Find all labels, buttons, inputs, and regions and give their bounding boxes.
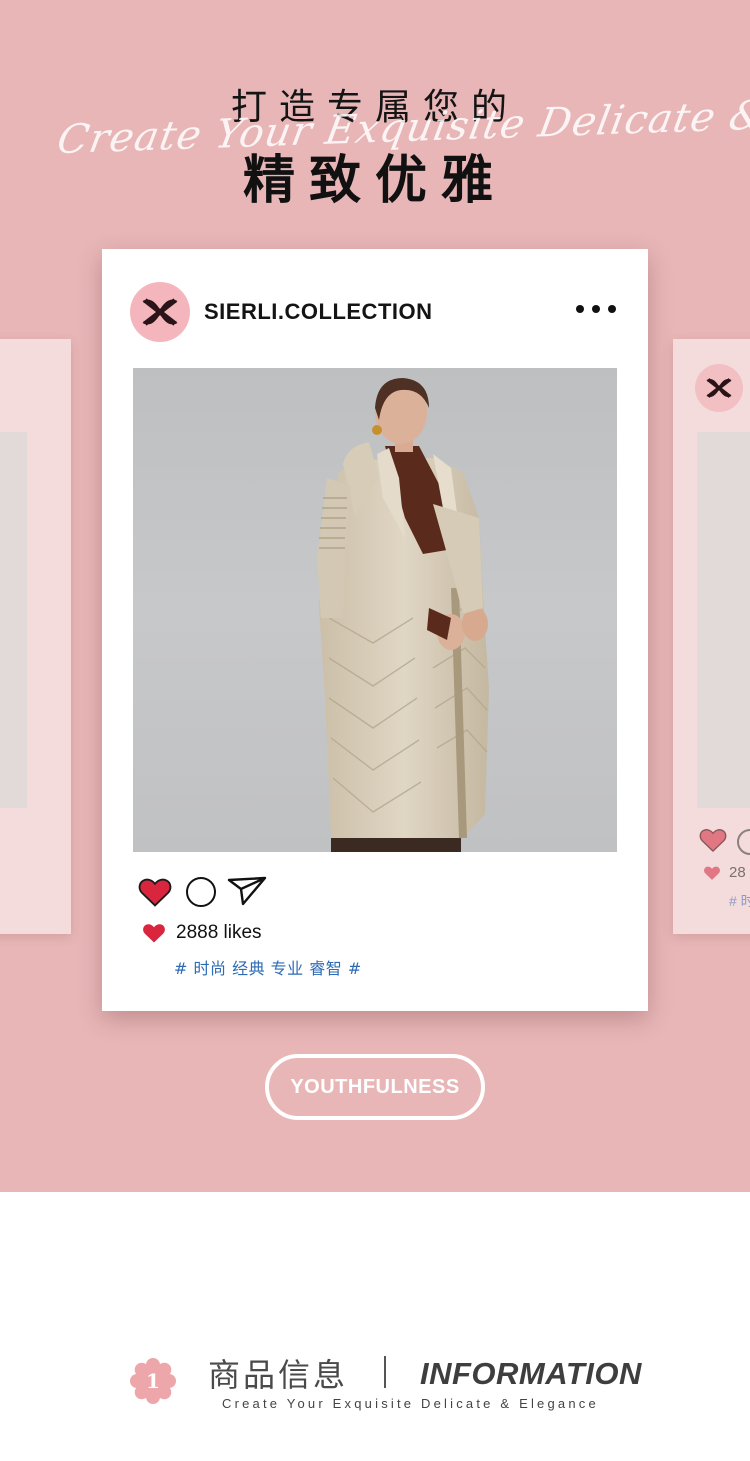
model-in-long-cream-down-coat <box>317 378 489 852</box>
side-hashtags: # 时 <box>729 893 750 909</box>
side-post-photo <box>0 432 27 808</box>
side-small-heart-icon <box>704 866 720 880</box>
post-username[interactable]: SIERLI.COLLECTION <box>204 299 433 325</box>
section-number: 1 <box>146 1369 160 1393</box>
side-likes-text: 28 <box>729 864 746 881</box>
brand-logo-icon[interactable] <box>130 282 190 342</box>
section-title-cn: 商品信息 <box>208 1356 349 1394</box>
section-divider <box>384 1356 386 1388</box>
post-photo <box>133 368 617 852</box>
side-heart-icon <box>699 829 727 853</box>
information-section: 1 商品信息 INFORMATION Create Your Exquisite… <box>0 1192 750 1461</box>
post-card: SIERLI.COLLECTION 2888 likes # 时尚 经典 专业 … <box>102 249 648 1011</box>
side-avatar-logo-icon <box>695 364 743 412</box>
comment-icon[interactable] <box>186 877 216 907</box>
section-title-en: INFORMATION <box>420 1356 642 1391</box>
send-icon[interactable] <box>227 875 267 907</box>
section-subtitle: Create Your Exquisite Delicate & Eleganc… <box>222 1396 599 1411</box>
flower-number-badge-icon: 1 <box>130 1358 176 1404</box>
headline-main: 精致优雅 <box>242 151 507 211</box>
heart-icon[interactable] <box>138 876 172 908</box>
likes-heart-icon <box>143 924 165 943</box>
more-dots-icon[interactable] <box>576 303 616 315</box>
side-post-card-right[interactable]: 28 # 时 <box>673 339 750 934</box>
youthfulness-badge[interactable]: YOUTHFULNESS <box>265 1054 485 1120</box>
side-post-card-left[interactable] <box>0 339 71 934</box>
hero-section: 打造专属您的 Create Your Exquisite Delicate & … <box>0 0 750 1192</box>
likes-count[interactable]: 2888 likes <box>176 922 262 944</box>
post-hashtags[interactable]: # 时尚 经典 专业 睿智 # <box>174 955 362 979</box>
side-comment-icon <box>737 829 750 855</box>
side-post-photo <box>697 432 750 808</box>
